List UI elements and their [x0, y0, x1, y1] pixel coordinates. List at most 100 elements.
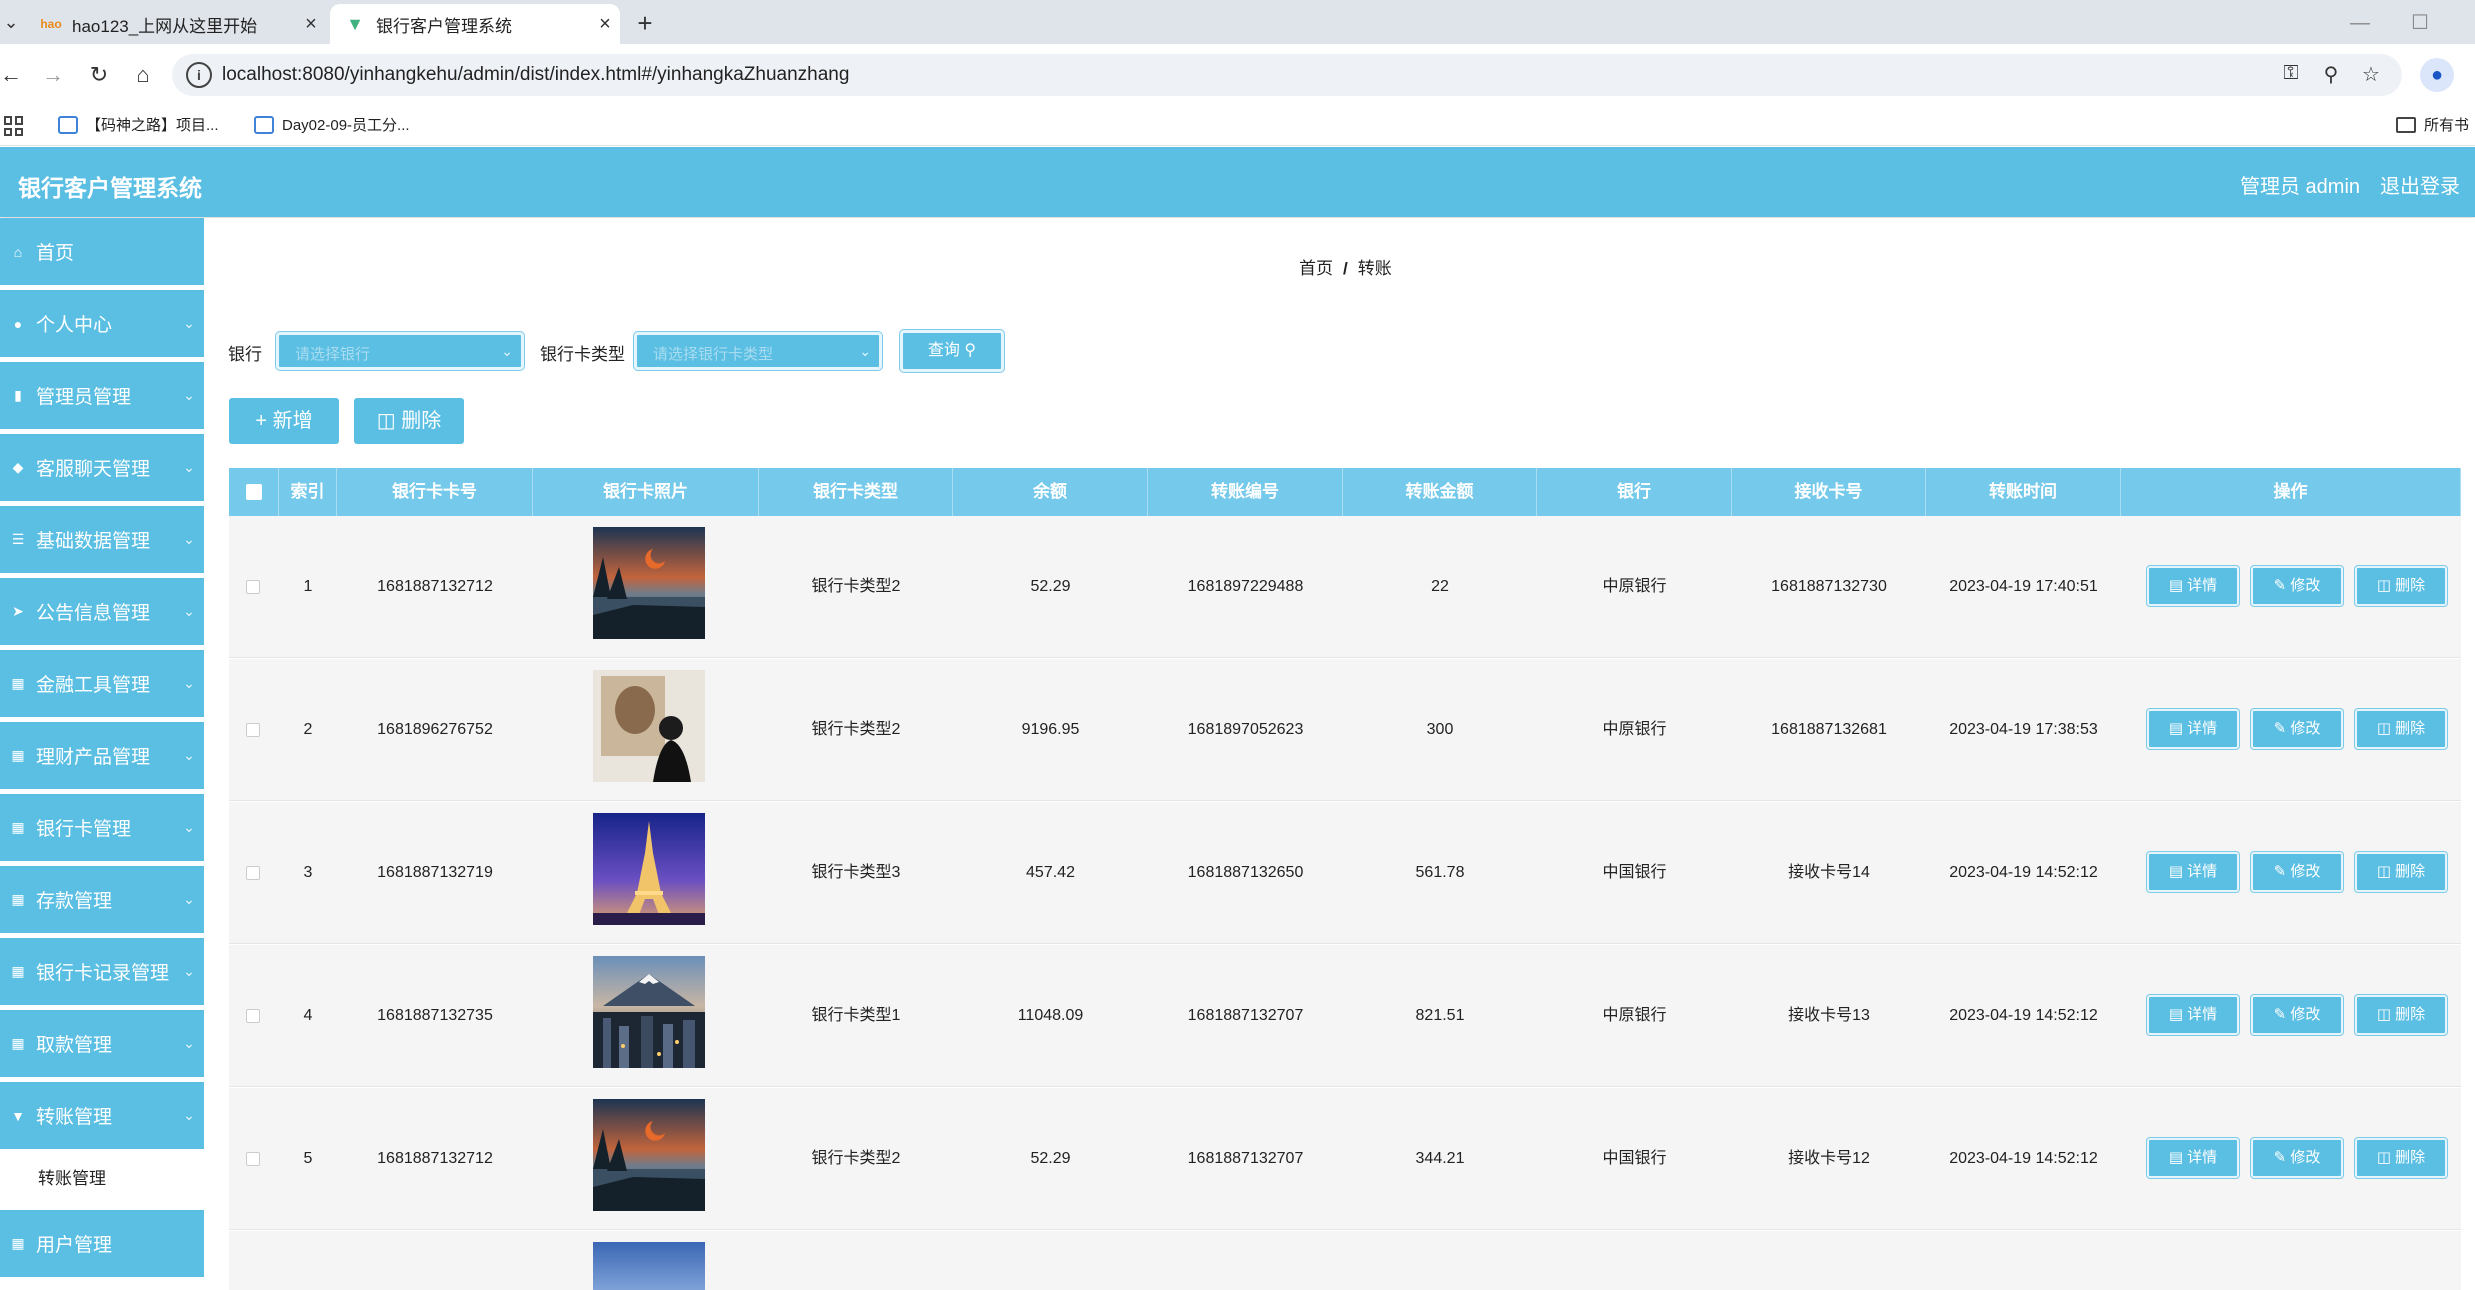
delete-button[interactable]: ◫ 删除	[2355, 995, 2447, 1035]
detail-button[interactable]: ▤ 详情	[2147, 852, 2239, 892]
detail-button[interactable]: ▤ 详情	[2147, 566, 2239, 606]
chevron-down-icon: ⌄	[183, 315, 195, 331]
profile-avatar-icon[interactable]: ●	[2420, 58, 2454, 92]
row-checkbox[interactable]	[246, 723, 260, 737]
logout-link[interactable]: 退出登录	[2380, 170, 2460, 199]
cell-time: 2023-04-19 14:52:12	[1949, 1007, 2098, 1024]
cell-card-no: 1681887132712	[377, 1150, 493, 1167]
detail-button[interactable]: ▤ 详情	[2147, 1138, 2239, 1178]
sidebar-item[interactable]: ▦ 取款管理 ⌄	[0, 1010, 204, 1080]
bookmark-item[interactable]: 【码神之路】项目...	[58, 114, 219, 135]
sidebar-item[interactable]: ☰ 基础数据管理 ⌄	[0, 506, 204, 576]
back-icon[interactable]: ←	[0, 60, 26, 90]
column-header: 银行	[1537, 468, 1732, 516]
all-bookmarks-label: 所有书	[2424, 117, 2470, 134]
sidebar-item[interactable]: ▦ 银行卡管理 ⌄	[0, 794, 204, 864]
star-icon[interactable]: ☆	[2356, 62, 2386, 88]
row-checkbox[interactable]	[246, 866, 260, 880]
chevron-down-icon: ⌄	[183, 603, 195, 619]
edit-button[interactable]: ✎ 修改	[2251, 1138, 2343, 1178]
sidebar-item[interactable]: ▦ 存款管理 ⌄	[0, 866, 204, 936]
query-button[interactable]: 查询 ⚲	[900, 330, 1004, 372]
batch-delete-button[interactable]: ◫ 删除	[354, 398, 464, 444]
close-icon[interactable]: ×	[590, 13, 620, 36]
sidebar-item[interactable]: ▦ 金融工具管理 ⌄	[0, 650, 204, 720]
select-all-checkbox[interactable]	[246, 484, 262, 500]
edit-label: 修改	[2290, 863, 2321, 880]
sidebar-item[interactable]: ▦ 理财产品管理 ⌄	[0, 722, 204, 792]
edit-icon: ✎	[2273, 1149, 2287, 1166]
edit-button[interactable]: ✎ 修改	[2251, 995, 2343, 1035]
browser-tab-active[interactable]: ▼ 银行客户管理系统 ×	[330, 4, 620, 44]
cell-card-no: 1681887132712	[377, 578, 493, 595]
bank-select[interactable]: 请选择银行 ⌄	[276, 332, 524, 370]
cell-receive-no: 1681887132681	[1771, 721, 1887, 738]
address-bar[interactable]: i localhost:8080/yinhangkehu/admin/dist/…	[172, 54, 2402, 96]
all-bookmarks[interactable]: 所有书	[2396, 114, 2469, 135]
tab-search-chevron-icon[interactable]: ⌄	[0, 10, 22, 34]
edit-button[interactable]: ✎ 修改	[2251, 709, 2343, 749]
browser-tab-hao123[interactable]: hao hao123_上网从这里开始 ×	[26, 4, 326, 44]
sidebar-subitem-transfer[interactable]: 转账管理	[0, 1154, 204, 1204]
edit-icon: ✎	[2273, 863, 2287, 880]
sidebar-item[interactable]: ◆ 客服聊天管理 ⌄	[0, 434, 204, 504]
sidebar-item[interactable]: ▼ 转账管理 ⌄	[0, 1082, 204, 1152]
cell-amount: 821.51	[1415, 1007, 1465, 1024]
sidebar-item[interactable]: ▦ 银行卡记录管理 ⌄	[0, 938, 204, 1008]
table-row	[229, 1231, 2461, 1290]
sidebar-item-label: 首页	[36, 243, 75, 264]
edit-button[interactable]: ✎ 修改	[2251, 852, 2343, 892]
table-row: 3 1681887132719 银行卡类型3 457.42 1681887132650 5…	[229, 802, 2461, 944]
sidebar-item-label: 转账管理	[36, 1107, 113, 1128]
delete-button[interactable]: ◫ 删除	[2355, 1138, 2447, 1178]
delete-label: 删除	[2395, 720, 2426, 737]
bookmark-item[interactable]: Day02-09-员工分...	[254, 114, 410, 135]
apps-grid-icon[interactable]	[4, 116, 24, 136]
url-text[interactable]: localhost:8080/yinhangkehu/admin/dist/in…	[222, 64, 849, 86]
add-button[interactable]: + 新增	[229, 398, 339, 444]
cell-balance: 9196.95	[1021, 721, 1080, 738]
chevron-down-icon: ⌄	[183, 1035, 195, 1051]
grid-icon: ▦	[11, 819, 25, 835]
zoom-icon[interactable]: ⚲	[2316, 62, 2346, 88]
row-checkbox[interactable]	[246, 1152, 260, 1166]
cell-amount: 344.21	[1415, 1150, 1465, 1167]
plus-icon: +	[255, 410, 268, 432]
detail-button[interactable]: ▤ 详情	[2147, 709, 2239, 749]
home-icon[interactable]: ⌂	[128, 60, 158, 90]
detail-button[interactable]: ▤ 详情	[2147, 995, 2239, 1035]
new-tab-button[interactable]: +	[630, 8, 660, 38]
delete-label: 删除	[2395, 577, 2426, 594]
sidebar-item-label: 银行卡记录管理	[36, 963, 170, 984]
close-icon[interactable]: ×	[296, 13, 326, 36]
site-info-icon[interactable]: i	[186, 62, 212, 88]
trash-icon: ◫	[2376, 1149, 2391, 1166]
funnel-icon: ▼	[11, 1107, 25, 1124]
card-type-select-placeholder: 请选择银行卡类型	[653, 346, 774, 363]
sidebar-item[interactable]: ● 个人中心 ⌄	[0, 290, 204, 360]
delete-button[interactable]: ◫ 删除	[2355, 852, 2447, 892]
delete-button[interactable]: ◫ 删除	[2355, 709, 2447, 749]
minimize-icon[interactable]: —	[2340, 8, 2380, 38]
chevron-down-icon: ⌄	[859, 343, 871, 359]
sidebar-item[interactable]: ⌂ 首页	[0, 218, 204, 288]
maximize-icon[interactable]: ☐	[2400, 8, 2440, 38]
cell-card-type: 银行卡类型2	[811, 721, 901, 738]
delete-button[interactable]: ◫ 删除	[2355, 566, 2447, 606]
cell-bank: 中原银行	[1602, 1007, 1667, 1024]
key-icon[interactable]: ⚿	[2276, 62, 2306, 88]
table-row: 5 1681887132712 银行卡类型2 52.29 1681887132707 34…	[229, 1088, 2461, 1230]
forward-icon[interactable]: →	[38, 60, 68, 90]
edit-button[interactable]: ✎ 修改	[2251, 566, 2343, 606]
card-type-select[interactable]: 请选择银行卡类型 ⌄	[634, 332, 882, 370]
browser-toolbar: ← → ↻ ⌂ i localhost:8080/yinhangkehu/adm…	[0, 44, 2475, 106]
sidebar-item[interactable]: ➤ 公告信息管理 ⌄	[0, 578, 204, 648]
sidebar-item[interactable]: ▦ 用户管理	[0, 1210, 204, 1280]
row-checkbox[interactable]	[246, 1009, 260, 1023]
bar-chart-icon: ▮	[14, 387, 22, 403]
sidebar-item-label: 取款管理	[36, 1035, 113, 1056]
breadcrumb-home[interactable]: 首页	[1299, 259, 1333, 278]
sidebar-item[interactable]: ▮ 管理员管理 ⌄	[0, 362, 204, 432]
row-checkbox[interactable]	[246, 580, 260, 594]
reload-icon[interactable]: ↻	[84, 60, 114, 90]
